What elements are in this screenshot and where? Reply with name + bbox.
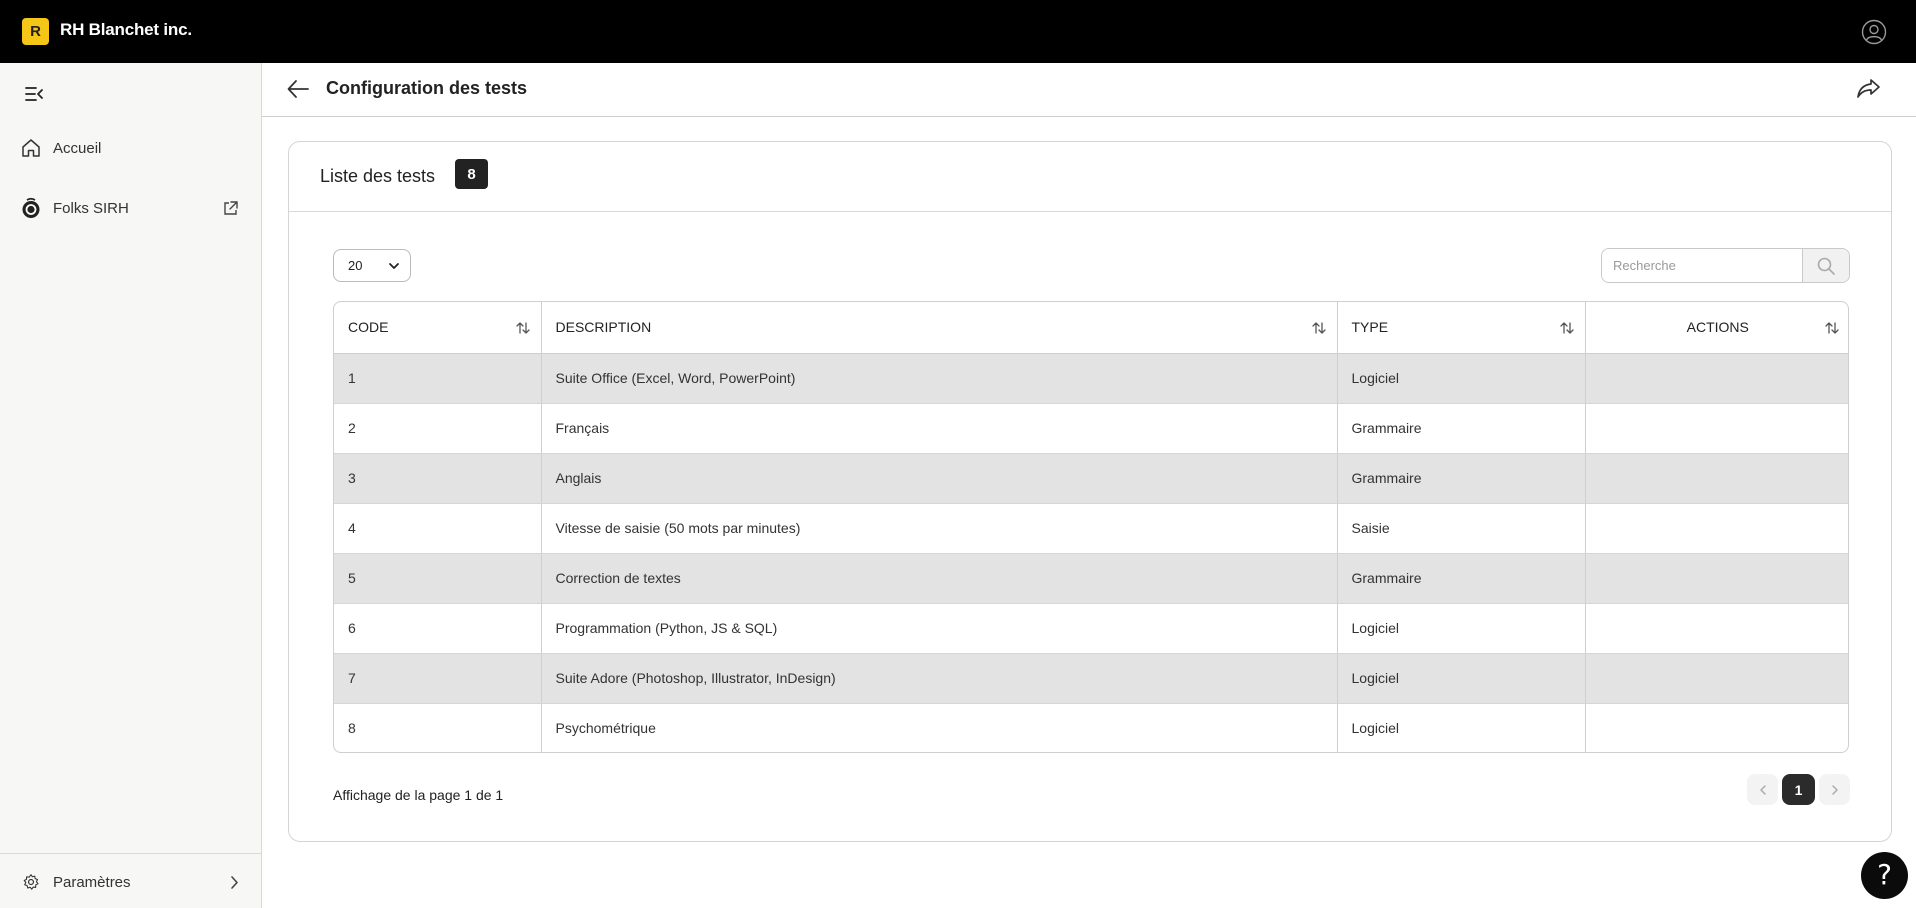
cell-description: Suite Office (Excel, Word, PowerPoint) [541, 353, 1338, 404]
column-label: CODE [348, 319, 389, 336]
cell-actions [1585, 553, 1848, 604]
column-header-code[interactable]: CODE [334, 302, 542, 354]
chevron-left-icon [1759, 784, 1766, 795]
search-input[interactable] [1602, 249, 1803, 282]
cell-type: Grammaire [1337, 453, 1586, 504]
share-icon[interactable] [1856, 77, 1882, 101]
tests-table: CODE DESCRIPTION TYPE ACTIONS 1 Suite Of… [333, 301, 1849, 753]
page-header: Configuration des tests [262, 63, 1916, 117]
table-row[interactable]: 3 Anglais Grammaire [334, 453, 1848, 504]
cell-code: 3 [334, 453, 542, 504]
cell-code: 5 [334, 553, 542, 604]
home-icon [22, 139, 40, 157]
cell-actions [1585, 653, 1848, 704]
chevron-right-icon [1831, 784, 1838, 795]
external-link-icon[interactable] [222, 200, 239, 217]
cell-description: Anglais [541, 453, 1338, 504]
column-label: ACTIONS [1686, 319, 1749, 336]
company-name: RH Blanchet inc. [60, 20, 192, 39]
help-button[interactable]: ? [1861, 852, 1908, 899]
column-header-actions[interactable]: ACTIONS [1585, 302, 1848, 354]
next-page-button[interactable] [1819, 774, 1850, 805]
cell-type: Grammaire [1337, 403, 1586, 454]
sidebar-item-label: Accueil [53, 139, 102, 157]
cell-code: 2 [334, 403, 542, 454]
collapse-sidebar-icon[interactable] [24, 85, 44, 103]
table-row[interactable]: 8 Psychométrique Logiciel [334, 703, 1848, 752]
cell-actions [1585, 703, 1848, 752]
cell-type: Logiciel [1337, 653, 1586, 704]
cell-type: Logiciel [1337, 353, 1586, 404]
table-row[interactable]: 2 Français Grammaire [334, 403, 1848, 454]
table-row[interactable]: 1 Suite Office (Excel, Word, PowerPoint)… [334, 353, 1848, 404]
sidebar-item-label: Folks SIRH [53, 199, 129, 217]
column-label: DESCRIPTION [555, 319, 652, 336]
page-title: Configuration des tests [326, 78, 528, 98]
cell-code: 7 [334, 653, 542, 704]
cell-description: Vitesse de saisie (50 mots par minutes) [541, 503, 1338, 554]
tests-card: Liste des tests 8 20 CODE DESC [288, 141, 1892, 842]
column-header-description[interactable]: DESCRIPTION [541, 302, 1338, 354]
cell-actions [1585, 403, 1848, 454]
cell-code: 1 [334, 353, 542, 404]
search-button[interactable] [1802, 249, 1849, 282]
sidebar-item-label: Paramètres [53, 873, 131, 891]
pagination: 1 [1747, 774, 1850, 807]
sidebar-divider [0, 853, 261, 854]
sort-icon[interactable] [1311, 320, 1327, 336]
cell-description: Français [541, 403, 1338, 454]
page-number-button[interactable]: 1 [1782, 774, 1815, 805]
card-header: Liste des tests 8 [289, 142, 1891, 212]
page-size-select[interactable]: 20 [333, 249, 411, 282]
cell-description: Suite Adore (Photoshop, Illustrator, InD… [541, 653, 1338, 704]
column-label: TYPE [1351, 319, 1389, 336]
cell-description: Programmation (Python, JS & SQL) [541, 603, 1338, 654]
cell-code: 6 [334, 603, 542, 654]
table-row[interactable]: 6 Programmation (Python, JS & SQL) Logic… [334, 603, 1848, 654]
cell-type: Logiciel [1337, 603, 1586, 654]
cell-actions [1585, 603, 1848, 654]
cell-type: Grammaire [1337, 553, 1586, 604]
cell-code: 4 [334, 503, 542, 554]
search-box [1601, 248, 1850, 283]
pagination-info: Affichage de la page 1 de 1 [333, 787, 504, 803]
table-header-row: CODE DESCRIPTION TYPE ACTIONS [334, 302, 1848, 354]
chevron-right-icon [231, 875, 238, 889]
table-row[interactable]: 5 Correction de textes Grammaire [334, 553, 1848, 604]
count-badge: 8 [455, 159, 488, 189]
column-header-type[interactable]: TYPE [1337, 302, 1586, 354]
sort-icon[interactable] [1559, 320, 1575, 336]
sort-icon[interactable] [515, 320, 531, 336]
cell-description: Psychométrique [541, 703, 1338, 752]
cell-actions [1585, 503, 1848, 554]
gear-icon [23, 874, 39, 890]
user-account-icon[interactable] [1861, 19, 1887, 45]
back-arrow-icon[interactable] [286, 78, 310, 100]
cell-actions [1585, 453, 1848, 504]
cell-code: 8 [334, 703, 542, 752]
cell-actions [1585, 353, 1848, 404]
cell-type: Saisie [1337, 503, 1586, 554]
table-row[interactable]: 4 Vitesse de saisie (50 mots par minutes… [334, 503, 1848, 554]
help-icon: ? [1877, 858, 1892, 891]
sidebar-item-folks-sirh[interactable]: Folks SIRH [0, 188, 261, 228]
sort-icon[interactable] [1824, 320, 1840, 336]
sidebar-item-parametres[interactable]: Paramètres [0, 862, 261, 902]
company-logo[interactable]: R [22, 18, 49, 45]
sidebar: Accueil Folks SIRH Paramètres [0, 63, 262, 908]
cell-description: Correction de textes [541, 553, 1338, 604]
sidebar-item-accueil[interactable]: Accueil [0, 128, 261, 168]
search-icon [1817, 257, 1835, 275]
chevron-down-icon [389, 263, 399, 269]
page-size-value: 20 [348, 258, 363, 273]
folks-logo-icon [22, 197, 40, 218]
top-bar: R RH Blanchet inc. [0, 0, 1916, 63]
previous-page-button[interactable] [1747, 774, 1778, 805]
table-row[interactable]: 7 Suite Adore (Photoshop, Illustrator, I… [334, 653, 1848, 704]
card-title: Liste des tests [320, 166, 436, 186]
cell-type: Logiciel [1337, 703, 1586, 752]
